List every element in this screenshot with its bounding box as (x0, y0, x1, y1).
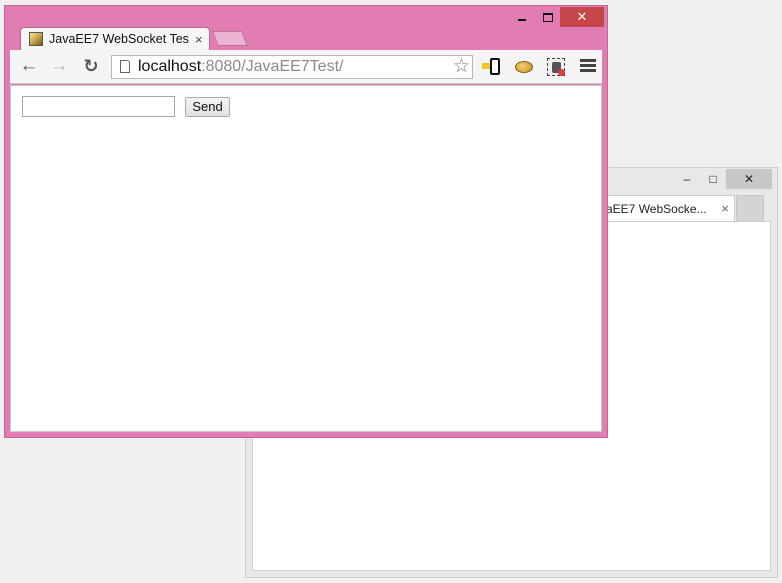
url-text[interactable]: localhost:8080/JavaEE7Test/ (138, 58, 343, 76)
favicon-icon (29, 32, 43, 46)
tab-title: JavaEE7 WebSocket Test (49, 32, 189, 46)
back-tab-close-icon[interactable]: × (721, 196, 729, 221)
forward-arrow-icon[interactable]: → (48, 55, 70, 77)
badge-dot (558, 69, 565, 76)
minimize-icon (518, 18, 526, 21)
page-content: Send (10, 85, 602, 432)
minimize-button[interactable] (509, 7, 535, 27)
message-input[interactable] (22, 96, 175, 117)
new-tab-button[interactable] (212, 31, 248, 46)
url-host: localhost (138, 58, 202, 75)
bookmark-star-icon[interactable]: ☆ (453, 56, 470, 78)
send-button[interactable]: Send (185, 97, 230, 117)
hamburger-menu-icon[interactable] (580, 57, 596, 75)
back-new-tab-button[interactable] (736, 195, 764, 221)
browser-toolbar: ← → ↻ localhost:8080/JavaEE7Test/ ☆ (10, 50, 602, 84)
page-icon (120, 60, 130, 73)
evernote-extension-icon[interactable] (546, 57, 566, 77)
tab-close-icon[interactable]: × (195, 28, 203, 51)
cookie-shape (515, 61, 533, 73)
active-tab[interactable]: JavaEE7 WebSocket Test × (20, 27, 210, 51)
maximize-icon (543, 13, 553, 23)
back-arrow-icon[interactable]: ← (18, 55, 40, 77)
close-button[interactable]: ✕ (560, 7, 604, 27)
reload-icon[interactable]: ↻ (80, 55, 102, 77)
back-tab-title: aEE7 WebSocke... (606, 202, 707, 216)
address-bar[interactable]: localhost:8080/JavaEE7Test/ ☆ (111, 55, 473, 79)
maximize-button[interactable] (535, 7, 561, 27)
back-tab[interactable]: aEE7 WebSocke... × (601, 195, 735, 221)
foreground-browser-window[interactable]: ✕ JavaEE7 WebSocket Test × ← → ↻ localho… (4, 5, 608, 438)
back-close-button[interactable]: ✕ (726, 169, 772, 189)
url-path: :8080/JavaEE7Test/ (201, 58, 344, 75)
phone-shape (490, 58, 500, 75)
back-maximize-button[interactable]: □ (700, 169, 726, 189)
phone-extension-icon[interactable] (482, 57, 502, 77)
back-minimize-button[interactable]: – (674, 169, 700, 189)
cookie-extension-icon[interactable] (514, 57, 534, 77)
arrow-shape (482, 63, 490, 69)
